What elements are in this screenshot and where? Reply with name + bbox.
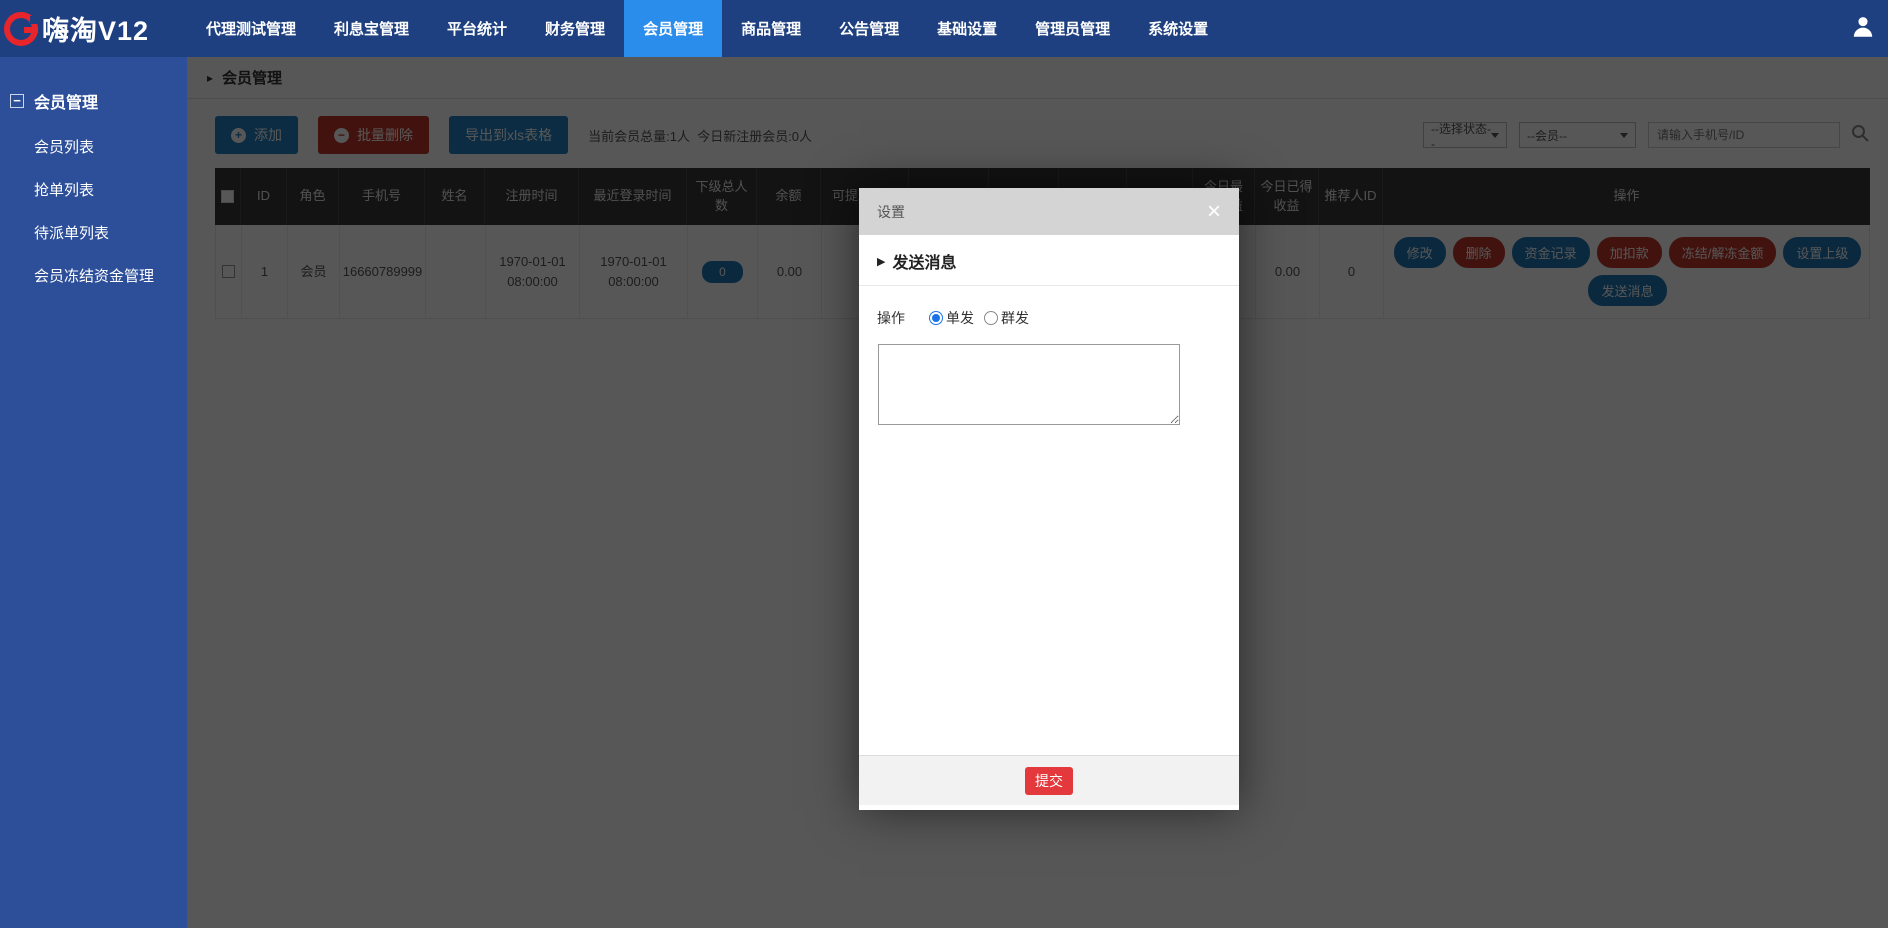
nav-item[interactable]: 系统设置 [1129,0,1227,57]
operation-label: 操作 [877,308,905,328]
radio-option-bulk[interactable]: 群发 [984,308,1029,328]
submit-button[interactable]: 提交 [1025,767,1073,795]
sidebar-item[interactable]: 抢单列表 [0,168,187,211]
nav-item[interactable]: 商品管理 [722,0,820,57]
nav-item[interactable]: 财务管理 [526,0,624,57]
nav-item[interactable]: 代理测试管理 [187,0,315,57]
sidebar-section-label: 会员管理 [34,89,98,113]
logo[interactable]: 嗨淘V12 [0,0,187,57]
sidebar: − 会员管理 会员列表抢单列表待派单列表会员冻结资金管理 [0,57,187,928]
modal-section-title: ▶ 发送消息 [859,235,1239,286]
settings-modal: 设置 × ▶ 发送消息 操作 单发 群发 提交 [859,188,1239,810]
logo-text: 嗨淘V12 [42,9,149,48]
nav-item[interactable]: 管理员管理 [1016,0,1129,57]
nav-item[interactable]: 基础设置 [918,0,1016,57]
operation-row: 操作 单发 群发 [877,308,1221,328]
logo-g-icon [4,12,38,46]
modal-titlebar: 设置 × [859,188,1239,235]
user-icon[interactable] [1850,13,1876,44]
nav-item[interactable]: 会员管理 [624,0,722,57]
topnav: 嗨淘V12 代理测试管理利息宝管理平台统计财务管理会员管理商品管理公告管理基础设… [0,0,1888,57]
sidebar-items: 会员列表抢单列表待派单列表会员冻结资金管理 [0,125,187,297]
collapse-minus-icon[interactable]: − [10,94,24,108]
radio-selected-icon[interactable] [929,311,943,325]
sidebar-item[interactable]: 待派单列表 [0,211,187,254]
nav-item[interactable]: 公告管理 [820,0,918,57]
close-icon[interactable]: × [1207,200,1221,224]
sidebar-item[interactable]: 会员冻结资金管理 [0,254,187,297]
nav-item[interactable]: 平台统计 [428,0,526,57]
modal-title: 设置 [877,202,905,222]
nav-item[interactable]: 利息宝管理 [315,0,428,57]
sidebar-item[interactable]: 会员列表 [0,125,187,168]
radio-option-single[interactable]: 单发 [929,308,974,328]
sidebar-section-member-management[interactable]: − 会员管理 [10,89,187,113]
modal-footer: 提交 [859,755,1239,805]
topnav-items: 代理测试管理利息宝管理平台统计财务管理会员管理商品管理公告管理基础设置管理员管理… [187,0,1227,57]
app-root: 嗨淘V12 代理测试管理利息宝管理平台统计财务管理会员管理商品管理公告管理基础设… [0,0,1888,928]
message-textarea[interactable] [878,344,1180,425]
triangle-right-icon: ▶ [877,255,885,268]
radio-unselected-icon[interactable] [984,311,998,325]
